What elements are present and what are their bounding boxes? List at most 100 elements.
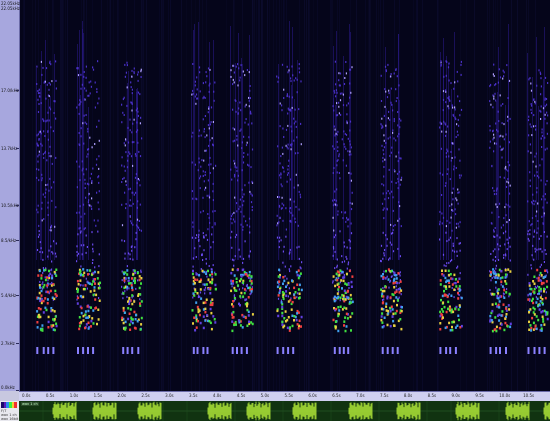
fundamental-speck: [458, 277, 461, 280]
fundamental-speck: [277, 275, 280, 278]
harmonic-speck: [38, 168, 40, 171]
harmonic-speck: [439, 121, 441, 124]
harmonic-speck: [541, 146, 543, 148]
harmonic-speck: [127, 154, 129, 157]
harmonic-speck: [494, 142, 496, 145]
fundamental-speck: [201, 269, 204, 273]
harmonic-speck: [283, 245, 285, 248]
fundamental-speck: [40, 289, 43, 293]
harmonic-speck: [446, 262, 448, 265]
harmonic-speck: [500, 226, 502, 229]
harmonic-speck: [505, 168, 507, 171]
harmonic-speck: [385, 69, 387, 72]
fundamental-speck: [337, 314, 340, 318]
harmonic-speck: [289, 270, 291, 273]
harmonic-trace: [350, 32, 351, 260]
harmonic-speck: [294, 221, 297, 224]
fundamental-speck: [389, 296, 392, 299]
harmonic-speck: [333, 147, 335, 150]
fundamental-speck: [84, 313, 87, 316]
info-text-3: wav 16bit: [1, 417, 19, 421]
noise-streak: [438, 0, 439, 391]
fundamental-speck: [52, 318, 55, 321]
harmonic-speck: [92, 250, 94, 253]
harmonic-speck: [298, 63, 300, 66]
waveform-canvas[interactable]: [19, 401, 550, 421]
fundamental-speck: [291, 324, 294, 328]
fundamental-speck: [140, 282, 142, 285]
harmonic-speck: [507, 169, 509, 172]
harmonic-speck: [246, 69, 248, 71]
harmonic-speck: [341, 261, 343, 264]
freq-label: 5.4/kHz: [1, 293, 17, 299]
fundamental-speck: [234, 289, 236, 292]
fundamental-speck: [282, 282, 284, 285]
harmonic-speck: [130, 222, 133, 225]
harmonic-speck: [283, 204, 285, 207]
harmonic-speck: [198, 161, 200, 164]
fundamental-speck: [505, 307, 508, 310]
harmonic-speck: [380, 100, 383, 102]
fundamental-speck: [282, 276, 285, 279]
fundamental-speck: [205, 298, 208, 301]
harmonic-speck: [383, 252, 385, 255]
fundamental-speck: [211, 301, 214, 305]
fundamental-speck: [239, 324, 242, 327]
harmonic-speck: [128, 287, 130, 290]
harmonic-speck: [84, 182, 86, 185]
spectrogram-canvas[interactable]: [20, 0, 550, 391]
harmonic-speck: [121, 164, 123, 167]
harmonic-speck: [208, 163, 210, 166]
fundamental-speck: [385, 302, 388, 305]
harmonic-speck: [194, 80, 196, 83]
harmonic-speck: [239, 198, 241, 201]
frequency-ruler[interactable]: 22.05kHz 22.05kHz 17.0/kHz 13.7kHz 10.5/kH…: [0, 0, 20, 391]
harmonic-speck: [540, 137, 542, 140]
harmonic-speck: [205, 71, 207, 74]
fundamental-speck: [296, 309, 299, 313]
noise-streak: [162, 0, 163, 391]
fundamental-speck: [54, 315, 57, 318]
fundamental-speck: [457, 291, 459, 295]
fundamental-speck: [384, 285, 387, 288]
harmonic-speck: [194, 84, 196, 87]
fundamental-speck: [295, 270, 298, 274]
harmonic-speck: [94, 143, 96, 145]
spectrogram-view[interactable]: [20, 0, 550, 391]
fundamental-speck: [191, 309, 194, 312]
harmonic-speck: [93, 219, 95, 222]
harmonic-speck: [540, 93, 542, 96]
harmonic-speck: [391, 180, 393, 183]
harmonic-speck: [499, 145, 501, 148]
fundamental-speck: [532, 301, 535, 305]
harmonic-speck: [503, 75, 505, 78]
harmonic-speck: [533, 203, 535, 206]
harmonic-speck: [343, 143, 345, 146]
harmonic-speck: [38, 103, 40, 105]
harmonic-speck: [51, 162, 53, 165]
fundamental-speck: [399, 280, 402, 283]
harmonic-speck: [279, 102, 281, 105]
fundamental-speck: [46, 276, 48, 279]
harmonic-trace: [54, 54, 55, 260]
harmonic-speck: [452, 113, 454, 116]
fundamental-speck: [128, 302, 131, 305]
fundamental-speck: [248, 320, 250, 323]
noise-streak: [489, 0, 490, 391]
fundamental-speck: [386, 323, 389, 327]
harmonic-speck: [546, 147, 548, 150]
harmonic-speck: [49, 83, 51, 86]
harmonic-speck: [86, 122, 88, 125]
fundamental-speck: [99, 281, 101, 285]
waveform-view[interactable]: wav 1 ch: [19, 401, 550, 421]
harmonic-speck: [342, 104, 345, 107]
harmonic-speck: [333, 167, 335, 170]
harmonic-speck: [47, 255, 49, 258]
fundamental-speck: [199, 288, 202, 291]
harmonic-speck: [54, 225, 56, 228]
harmonic-speck: [390, 75, 392, 78]
harmonic-speck: [455, 136, 457, 138]
harmonic-speck: [497, 243, 499, 246]
fundamental-speck: [38, 284, 41, 287]
harmonic-speck: [385, 192, 388, 195]
